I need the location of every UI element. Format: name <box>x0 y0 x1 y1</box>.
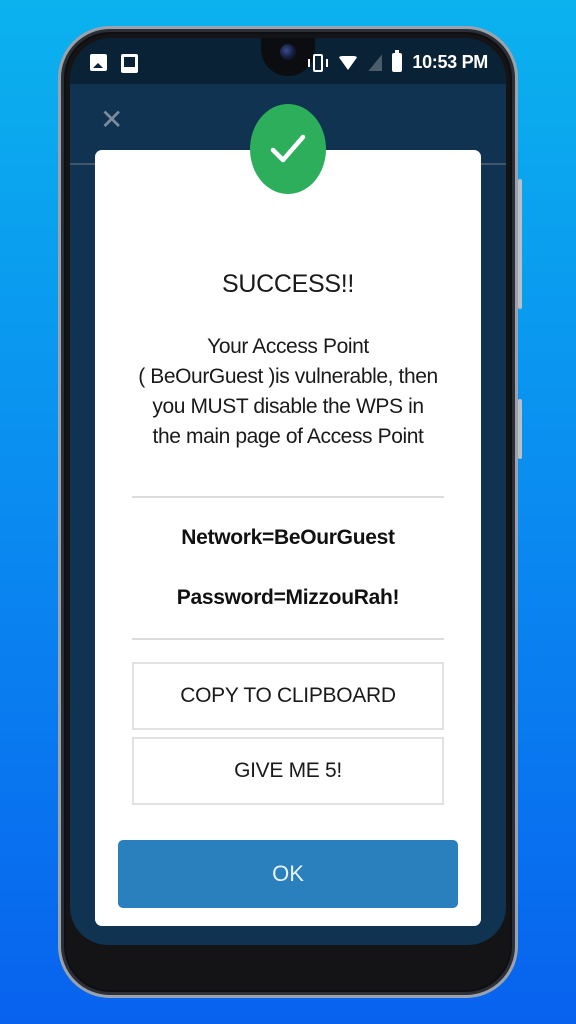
front-camera <box>280 44 296 60</box>
wifi-icon <box>338 55 359 70</box>
dialog-title: SUCCESS!! <box>221 270 355 298</box>
message-line: ( BeOurGuest )is vulnerable, then <box>138 365 438 388</box>
divider <box>132 638 444 640</box>
camera-notch <box>261 38 315 76</box>
phone-screen: 10:53 PM ✕ SUCCESS!! Your Access Point (… <box>70 38 506 945</box>
divider <box>132 496 444 498</box>
success-badge <box>250 104 326 194</box>
dialog-message: Your Access Point ( BeOurGuest )is vulne… <box>115 332 461 452</box>
status-time: 10:53 PM <box>412 52 488 72</box>
image-notification-icon <box>90 54 107 71</box>
success-dialog: SUCCESS!! Your Access Point ( BeOurGuest… <box>95 104 481 926</box>
phone-frame: 10:53 PM ✕ SUCCESS!! Your Access Point (… <box>58 26 522 998</box>
message-line: Your Access Point <box>207 335 369 358</box>
message-line: you MUST disable the WPS in <box>152 395 424 418</box>
ok-button[interactable]: OK <box>118 840 458 908</box>
status-bar: 10:53 PM <box>70 38 506 84</box>
no-signal-icon <box>368 54 383 71</box>
battery-icon <box>392 50 403 72</box>
message-line: the main page of Access Point <box>152 425 424 448</box>
vibrate-icon <box>308 53 329 72</box>
terminal-notification-icon <box>121 54 138 73</box>
network-password: Password=MizzouRah! <box>176 586 400 609</box>
copy-to-clipboard-button[interactable]: COPY TO CLIPBOARD <box>132 662 444 730</box>
close-icon[interactable]: ✕ <box>100 106 123 134</box>
checkmark-icon <box>270 134 306 163</box>
volume-button <box>518 179 522 309</box>
give-me-five-button[interactable]: GIVE ME 5! <box>132 737 444 805</box>
network-name: Network=BeOurGuest <box>181 526 395 549</box>
power-button <box>518 399 522 459</box>
